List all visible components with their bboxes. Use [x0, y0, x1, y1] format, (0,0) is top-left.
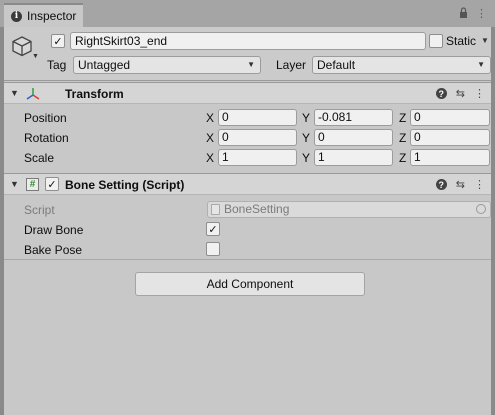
foldout-arrow-icon[interactable]: ▼ [10, 179, 19, 189]
transform-axes-icon [26, 87, 40, 104]
object-picker-icon[interactable] [476, 204, 486, 214]
position-z-label[interactable]: Z [399, 111, 406, 125]
tab-inspector[interactable]: i Inspector [4, 3, 83, 27]
tag-label: Tag [47, 58, 67, 72]
checkmark-icon: ✓ [208, 222, 218, 236]
cube-icon [11, 35, 33, 60]
position-x-field[interactable]: 0 [218, 109, 297, 126]
checkmark-icon: ✓ [47, 177, 57, 191]
tab-label: Inspector [27, 9, 77, 23]
rotation-label: Rotation [24, 131, 69, 145]
scale-x-field[interactable]: 1 [218, 149, 297, 166]
rotation-x-field[interactable]: 0 [218, 129, 297, 146]
rotation-y-field[interactable]: 0 [314, 129, 393, 146]
scale-x-label[interactable]: X [206, 151, 214, 165]
lock-icon[interactable] [459, 7, 468, 21]
checkmark-icon: ✓ [53, 34, 63, 48]
script-object-field: BoneSetting [207, 201, 491, 218]
bone-setting-tools: ? ⇆ ⋮ [435, 178, 485, 191]
rotation-y-label[interactable]: Y [302, 131, 310, 145]
bake-pose-label: Bake Pose [24, 243, 83, 257]
tag-dropdown[interactable]: Untagged ▼ [73, 56, 261, 74]
scale-z-label[interactable]: Z [399, 151, 406, 165]
active-checkbox[interactable]: ✓ [51, 34, 65, 48]
script-value: BoneSetting [224, 202, 290, 216]
info-icon: i [11, 10, 22, 22]
transform-header[interactable]: ▼ Transform ? ⇆ ⋮ [4, 82, 491, 104]
position-y-field[interactable]: -0.081 [314, 109, 393, 126]
position-x-label[interactable]: X [206, 111, 214, 125]
csharp-script-icon: # [26, 178, 39, 191]
scale-z-field[interactable]: 1 [410, 149, 490, 166]
static-checkbox[interactable] [429, 34, 443, 48]
component-enabled-checkbox[interactable]: ✓ [45, 177, 59, 191]
script-label: Script [24, 203, 55, 217]
presets-icon[interactable]: ⇆ [456, 178, 465, 191]
kebab-menu-icon[interactable]: ⋮ [476, 7, 487, 21]
components-divider [4, 259, 491, 260]
position-y-label[interactable]: Y [302, 111, 310, 125]
chevron-down-icon: ▼ [247, 60, 255, 69]
transform-title: Transform [65, 87, 124, 101]
kebab-menu-icon[interactable]: ⋮ [474, 87, 485, 100]
bone-setting-header[interactable]: ▼ # ✓ Bone Setting (Script) ? ⇆ ⋮ [4, 173, 491, 195]
scale-y-label[interactable]: Y [302, 151, 310, 165]
rotation-z-label[interactable]: Z [399, 131, 406, 145]
draw-bone-checkbox[interactable]: ✓ [206, 222, 220, 236]
inspector-panel: ▼ ✓ RightSkirt03_end Static ▼ Tag Untagg… [4, 27, 491, 415]
gameobject-header: ▼ ✓ RightSkirt03_end Static ▼ Tag Untagg… [4, 27, 491, 81]
bake-pose-checkbox[interactable] [206, 242, 220, 256]
tab-bar: i Inspector ⋮ [0, 0, 495, 27]
position-z-field[interactable]: 0 [410, 109, 490, 126]
icon-dropdown-arrow-icon[interactable]: ▼ [32, 53, 39, 60]
draw-bone-label: Draw Bone [24, 223, 84, 237]
help-icon[interactable]: ? [435, 88, 447, 99]
chevron-down-icon: ▼ [477, 60, 485, 69]
presets-icon[interactable]: ⇆ [456, 87, 465, 100]
tab-tools: ⋮ [459, 7, 487, 21]
layer-label: Layer [276, 58, 307, 72]
scale-label: Scale [24, 151, 55, 165]
layer-dropdown[interactable]: Default ▼ [312, 56, 491, 74]
help-icon[interactable]: ? [435, 179, 447, 190]
rotation-z-field[interactable]: 0 [410, 129, 490, 146]
scale-y-field[interactable]: 1 [314, 149, 393, 166]
rotation-x-label[interactable]: X [206, 131, 214, 145]
tag-value: Untagged [78, 58, 131, 72]
kebab-menu-icon[interactable]: ⋮ [474, 178, 485, 191]
layer-value: Default [317, 58, 356, 72]
bone-setting-title: Bone Setting (Script) [65, 178, 185, 192]
transform-tools: ? ⇆ ⋮ [435, 87, 485, 100]
gameobject-name-field[interactable]: RightSkirt03_end [70, 32, 426, 50]
static-dropdown-icon[interactable]: ▼ [481, 36, 489, 45]
position-label: Position [24, 111, 67, 125]
add-component-button[interactable]: Add Component [135, 272, 365, 296]
script-file-icon [211, 204, 220, 215]
static-label: Static [446, 34, 477, 48]
foldout-arrow-icon[interactable]: ▼ [10, 88, 19, 98]
